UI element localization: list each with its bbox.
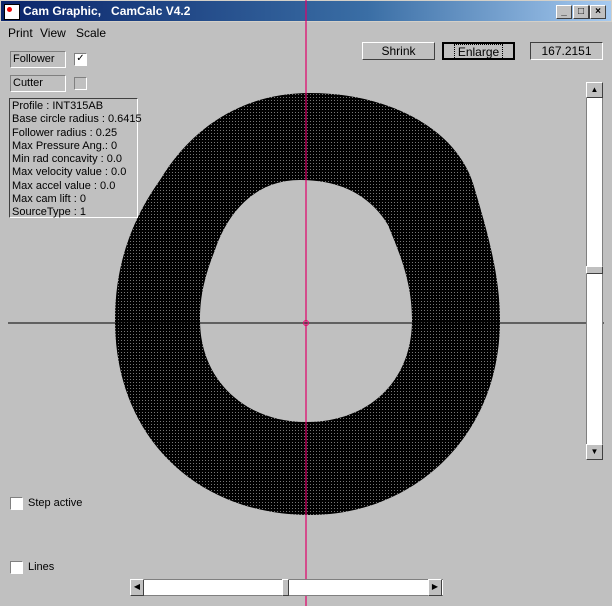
follower-label: Follower <box>10 51 66 68</box>
scale-readout: 167.2151 <box>530 42 603 60</box>
scroll-up-arrow-icon[interactable]: ▲ <box>586 82 603 98</box>
horizontal-scroll-thumb[interactable] <box>282 579 289 596</box>
info-follower-radius: Follower radius : 0.25 <box>12 126 118 139</box>
info-base-circle-radius: Base circle radius : 0.6415 <box>12 113 142 126</box>
cam-info-panel: Profile : INT315AB Base circle radius : … <box>9 98 142 219</box>
scroll-left-arrow-icon[interactable]: ◀ <box>130 579 144 596</box>
enlarge-label: Enlarge <box>453 44 504 60</box>
info-min-rad-concavity: Min rad concavity : 0.0 <box>12 153 123 166</box>
info-max-velocity: Max velocity value : 0.0 <box>12 166 127 179</box>
vertical-scroll-thumb[interactable] <box>586 266 603 274</box>
scroll-down-arrow-icon[interactable]: ▼ <box>586 444 603 460</box>
lines-label: Lines <box>28 561 55 573</box>
info-source-type: SourceType : 1 <box>12 206 86 219</box>
cutter-label: Cutter <box>10 75 66 92</box>
shrink-button[interactable]: Shrink <box>362 42 435 60</box>
info-max-cam-lift: Max cam lift : 0 <box>12 193 86 206</box>
cam-canvas <box>8 0 604 606</box>
cam-profile <box>115 93 500 515</box>
vertical-scrollbar[interactable]: ▲ ▼ <box>586 82 603 460</box>
info-max-accel: Max accel value : 0.0 <box>12 179 116 192</box>
step-active-checkbox[interactable] <box>10 497 23 510</box>
enlarge-button[interactable]: Enlarge <box>442 42 515 60</box>
lines-checkbox[interactable] <box>10 561 23 574</box>
scroll-right-arrow-icon[interactable]: ▶ <box>428 579 442 596</box>
info-max-pressure-angle: Max Pressure Ang.: 0 <box>12 139 118 152</box>
step-active-label: Step active <box>28 497 83 509</box>
cutter-checkbox[interactable] <box>74 77 87 90</box>
follower-checkbox[interactable]: ✓ <box>74 53 87 66</box>
horizontal-scrollbar[interactable]: ◀ ▶ <box>130 579 443 596</box>
info-profile: Profile : INT315AB <box>12 100 104 112</box>
